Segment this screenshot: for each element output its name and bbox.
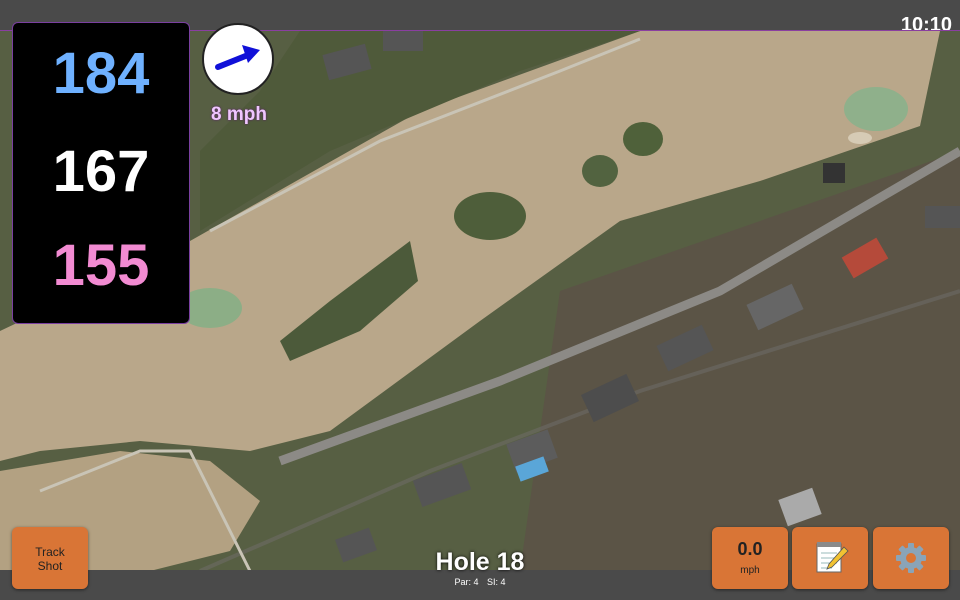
back-distance: 184 xyxy=(52,41,150,106)
hole-par: Par: 4 xyxy=(454,577,479,587)
distance-panel: 184 167 155 xyxy=(12,22,190,324)
hole-info: Par: 4 SI: 4 xyxy=(380,577,580,587)
notepad-icon xyxy=(816,542,849,573)
track-shot-label-line2: Shot xyxy=(37,559,63,573)
track-shot-button[interactable]: Track Shot xyxy=(12,527,88,589)
speed-value: 0.0 xyxy=(737,539,763,559)
wind-speed-label: 8 mph xyxy=(211,104,267,125)
hole-stroke-index: SI: 4 xyxy=(487,577,506,587)
speed-button[interactable]: 0.0 mph xyxy=(712,527,788,589)
hole-title: Hole 18 xyxy=(435,548,525,576)
speed-unit: mph xyxy=(740,565,760,576)
notes-button[interactable] xyxy=(792,527,868,589)
middle-distance: 167 xyxy=(52,139,150,204)
wind-indicator xyxy=(202,23,274,95)
wind-arrow-icon xyxy=(215,45,260,70)
front-distance: 155 xyxy=(52,233,150,298)
gear-icon xyxy=(896,543,926,573)
track-shot-label-line1: Track xyxy=(35,545,65,559)
settings-button[interactable] xyxy=(873,527,949,589)
